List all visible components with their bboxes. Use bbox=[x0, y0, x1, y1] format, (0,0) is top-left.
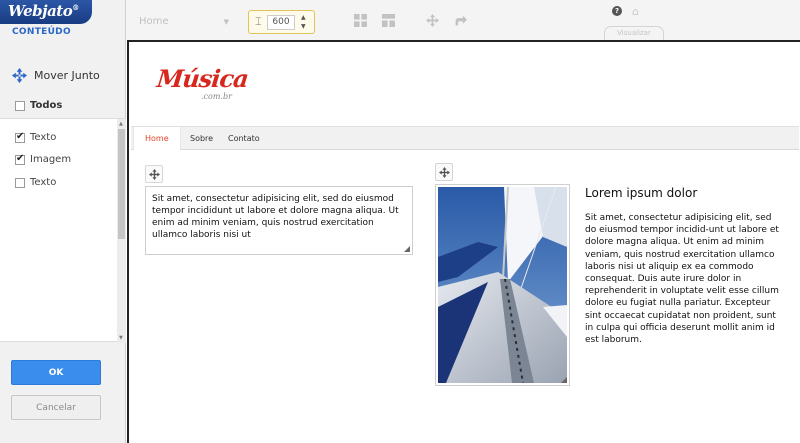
move-together-label: Mover Junto bbox=[34, 69, 100, 82]
scrollbar-thumb[interactable] bbox=[118, 129, 125, 239]
page-select[interactable]: Home ▼ bbox=[134, 12, 234, 32]
layout-icon[interactable] bbox=[382, 14, 395, 27]
site-logo[interactable]: Música .com.br bbox=[155, 64, 250, 101]
text-drag-handle[interactable] bbox=[145, 165, 163, 183]
scroll-up-arrow-icon[interactable]: ▲ bbox=[119, 121, 123, 127]
move-arrows-icon bbox=[12, 68, 27, 83]
grid-icon[interactable] bbox=[354, 14, 367, 27]
increment-icon[interactable]: ▲ bbox=[301, 14, 306, 21]
select-all-checkbox[interactable]: Todos bbox=[15, 100, 62, 111]
sailboat-photo bbox=[438, 187, 567, 383]
list-scrollbar[interactable]: ▲ ▼ bbox=[117, 119, 126, 343]
element-list: Texto Imagem Texto ▲ ▼ bbox=[0, 118, 126, 343]
move-together-option[interactable]: Mover Junto bbox=[12, 68, 100, 83]
site-nav: Home Sobre Contato bbox=[131, 126, 799, 150]
site-logo-domain: .com.br bbox=[201, 92, 232, 101]
element-item-text-1[interactable]: Texto bbox=[15, 131, 57, 143]
element-item-label: Texto bbox=[30, 177, 57, 188]
article-body[interactable]: Sit amet, consectetur adipisicing elit, … bbox=[585, 212, 785, 346]
move-arrows-icon bbox=[149, 169, 160, 180]
checkbox-box[interactable] bbox=[15, 100, 25, 111]
checkbox-box[interactable] bbox=[15, 153, 25, 165]
element-item-label: Imagem bbox=[30, 154, 72, 165]
width-icon: ⌶ bbox=[255, 15, 262, 28]
text-block[interactable]: Sit amet, consectetur adipisicing elit, … bbox=[145, 186, 413, 255]
width-input[interactable]: 600 bbox=[267, 15, 295, 30]
move-arrows-icon bbox=[439, 167, 450, 178]
home-icon[interactable]: ⌂ bbox=[632, 5, 639, 18]
section-label: CONTEÚDO bbox=[12, 27, 71, 37]
webjato-logo[interactable]: Webjato® bbox=[0, 0, 92, 24]
cancel-button[interactable]: Cancelar bbox=[11, 395, 101, 420]
logo-text: Webjato bbox=[8, 2, 73, 20]
checkbox-box[interactable] bbox=[15, 131, 25, 143]
share-icon[interactable] bbox=[454, 14, 467, 27]
decrement-icon[interactable]: ▼ bbox=[301, 23, 306, 30]
help-icon[interactable]: ? bbox=[612, 6, 622, 16]
move-icon[interactable] bbox=[426, 14, 439, 27]
element-item-image[interactable]: Imagem bbox=[15, 153, 72, 165]
logo-registered-mark: ® bbox=[72, 3, 79, 12]
element-item-label: Texto bbox=[30, 132, 57, 143]
page-select-value: Home bbox=[139, 16, 169, 27]
select-all-label: Todos bbox=[30, 100, 63, 111]
resize-grip-icon[interactable] bbox=[404, 246, 410, 252]
width-control: ⌶ 600 ▲ ▼ bbox=[248, 10, 315, 34]
ok-button[interactable]: OK bbox=[11, 360, 101, 385]
element-item-text-2[interactable]: Texto bbox=[15, 177, 56, 188]
left-panel: Webjato® CONTEÚDO Mover Junto Todos Text… bbox=[0, 0, 126, 443]
site-canvas: Música .com.br Home Sobre Contato Sit am… bbox=[127, 40, 800, 443]
top-toolbar: Home ▼ ⌶ 600 ▲ ▼ ? ⌂ Visualizar bbox=[126, 0, 800, 40]
nav-link-home[interactable]: Home bbox=[133, 127, 181, 150]
checkbox-box[interactable] bbox=[15, 177, 25, 188]
chevron-down-icon: ▼ bbox=[223, 18, 229, 26]
site-logo-brand: Música bbox=[155, 64, 250, 93]
image-block[interactable] bbox=[435, 184, 570, 386]
nav-link-contato[interactable]: Contato bbox=[217, 127, 271, 150]
article-title[interactable]: Lorem ipsum dolor bbox=[585, 186, 697, 200]
preview-tab[interactable]: Visualizar bbox=[604, 26, 664, 40]
image-drag-handle[interactable] bbox=[435, 163, 453, 181]
resize-grip-icon[interactable] bbox=[561, 377, 567, 383]
text-block-content: Sit amet, consectetur adipisicing elit, … bbox=[152, 194, 399, 240]
scroll-down-arrow-icon[interactable]: ▼ bbox=[119, 335, 123, 341]
